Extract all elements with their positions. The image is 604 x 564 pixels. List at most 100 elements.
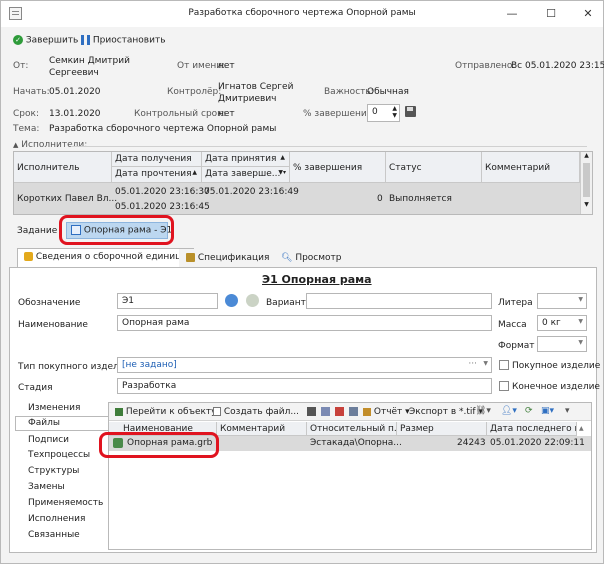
minimize-button[interactable]: — (495, 5, 529, 23)
col-comment[interactable]: Комментарий (482, 152, 580, 183)
file-path: Эстакада\Опорна... (310, 438, 402, 448)
subject-value: Разработка сборочного чертежа Опорной ра… (49, 124, 277, 134)
purchased-label: Покупное изделие (512, 361, 601, 371)
nav-changes[interactable]: Изменения (28, 403, 80, 413)
title-bar: Разработка сборочного чертежа Опорной ра… (1, 1, 603, 27)
left-nav: Изменения Файлы Подписи Техпроцессы Стру… (12, 398, 110, 550)
file-date: 05.01.2020 22:09:11 (490, 438, 585, 448)
col-percent[interactable]: % завершения (290, 152, 386, 183)
designation-input[interactable]: Э1 (117, 293, 218, 309)
report-icon (363, 407, 371, 416)
percent-value: 0 (372, 107, 378, 117)
finish-button[interactable]: ✓ Завершить (13, 35, 78, 46)
layout-icon[interactable]: ▣▾ (541, 406, 554, 416)
files-col-comment[interactable]: Комментарий (217, 422, 307, 436)
col-received[interactable]: Дата получения (112, 152, 202, 167)
row-accepted: 05.01.2020 23:16:49 (204, 187, 299, 197)
highlight-file-row (99, 432, 219, 458)
purchased-checkbox[interactable] (499, 360, 509, 370)
close-button[interactable]: ✕ (571, 5, 604, 23)
nav-variants[interactable]: Исполнения (28, 514, 85, 524)
share-icon[interactable]: ⛓▾ (475, 406, 491, 416)
nav-processes[interactable]: Техпроцессы (28, 450, 90, 460)
users-icon[interactable]: 👤︎▾ (501, 406, 517, 416)
task-label: Задание (17, 226, 58, 236)
goto-object-button[interactable]: Перейти к объекту (115, 407, 217, 417)
refresh-icon[interactable]: ⟳ (525, 406, 533, 416)
tab-preview[interactable]: 🔍︎ Просмотр (274, 249, 349, 267)
from-value: Семкин Дмитрий Сергеевич (49, 56, 130, 78)
row-percent: 0 (377, 194, 383, 204)
variant-input[interactable] (306, 293, 492, 309)
goto-icon (115, 407, 123, 416)
pdf-icon[interactable] (335, 407, 344, 416)
format-select[interactable]: ▼ (537, 336, 587, 352)
new-file-icon (213, 407, 221, 416)
search-icon: 🔍︎ (281, 253, 293, 263)
grid-scrollbar[interactable]: ▲ ▼ (580, 152, 592, 214)
files-col-path[interactable]: Относительный п... (307, 422, 397, 436)
name-label: Наименование (18, 320, 88, 330)
edit-icon[interactable] (307, 407, 316, 416)
percent-spinner[interactable]: 0 ▲ ▼ (367, 104, 400, 122)
create-file-button[interactable]: Создать файл... (213, 407, 299, 417)
menu-icon[interactable]: ▾ (565, 406, 570, 416)
tab-unit-info[interactable]: Сведения о сборочной единице (17, 248, 194, 267)
files-toolbar: Перейти к объекту Создать файл... Отчёт … (109, 403, 591, 421)
col-done[interactable]: Дата заверше... ▼▾ (202, 167, 290, 183)
col-read[interactable]: Дата прочтения ▲ (112, 167, 202, 183)
mass-select[interactable]: 0 кг ▼ (537, 315, 587, 331)
control-label: Контрольный срок: (134, 109, 226, 119)
due-label: Срок: (13, 109, 39, 119)
nav-replacements[interactable]: Замены (28, 482, 65, 492)
finish-label: Завершить (25, 35, 79, 46)
nav-applicability[interactable]: Применяемость (28, 498, 103, 508)
mass-label: Масса (498, 320, 527, 330)
save-file-icon[interactable] (321, 407, 330, 416)
executors-label-text: Исполнители: (21, 140, 88, 150)
from-label: От: (13, 61, 29, 71)
subject-label: Тема: (13, 124, 40, 134)
nav-files[interactable]: Файлы (28, 418, 60, 428)
files-scroll-arrow[interactable]: ▲ (579, 425, 584, 432)
files-col-date[interactable]: Дата последнего и... (487, 422, 577, 436)
filter-icon[interactable]: ▼▾ (278, 169, 286, 176)
tab-specification[interactable]: Спецификация (179, 249, 277, 267)
type-input[interactable]: [не задано] ··· ▼ (117, 357, 492, 373)
files-col-size[interactable]: Размер (397, 422, 487, 436)
unit-icon (24, 252, 33, 261)
export-tif-button[interactable]: Экспорт в *.tif ▾ (409, 407, 483, 417)
designation-label: Обозначение (18, 298, 81, 308)
save-icon[interactable] (405, 106, 416, 117)
nav-linked[interactable]: Связанные (28, 530, 80, 540)
litera-select[interactable]: ▼ (537, 293, 587, 309)
name-input[interactable]: Опорная рама (117, 315, 492, 331)
report-button[interactable]: Отчёт ▾ (363, 407, 410, 417)
pause-label: Приостановить (92, 35, 166, 46)
col-executor[interactable]: Исполнитель (14, 152, 112, 183)
collapse-icon[interactable]: ▲ (13, 141, 18, 149)
unit-panel: Э1 Опорная рама Обозначение Э1 Вариант Л… (9, 267, 601, 553)
task-window: Разработка сборочного чертежа Опорной ра… (0, 0, 604, 564)
spin-arrows-icon[interactable]: ▲ ▼ (392, 105, 397, 119)
col-status[interactable]: Статус (386, 152, 482, 183)
final-label: Конечное изделие (512, 382, 600, 392)
row-status: Выполняется (389, 194, 452, 204)
image-icon[interactable] (349, 407, 358, 416)
chevron-down-icon[interactable]: ▼ (483, 360, 488, 367)
plus-icon[interactable] (246, 294, 259, 307)
unit-heading: Э1 Опорная рама (262, 273, 372, 286)
sent-label: Отправлено: (455, 61, 516, 71)
more-icon[interactable]: ··· (468, 359, 477, 369)
table-row[interactable]: Коротких Павел Вл... 05.01.2020 23:16:37… (14, 183, 580, 214)
clock-icon[interactable] (225, 294, 238, 307)
nav-structures[interactable]: Структуры (28, 466, 79, 476)
nav-signatures[interactable]: Подписи (28, 435, 69, 445)
final-checkbox[interactable] (499, 381, 509, 391)
executors-grid[interactable]: Исполнитель Дата получения Дата прочтени… (13, 151, 593, 215)
stage-input[interactable]: Разработка (117, 378, 492, 394)
importance-value: Обычная (367, 87, 409, 97)
pause-button[interactable]: Приостановить (81, 35, 166, 46)
col-accepted[interactable]: Дата принятия ▲ (202, 152, 290, 167)
maximize-button[interactable]: ☐ (534, 5, 568, 23)
